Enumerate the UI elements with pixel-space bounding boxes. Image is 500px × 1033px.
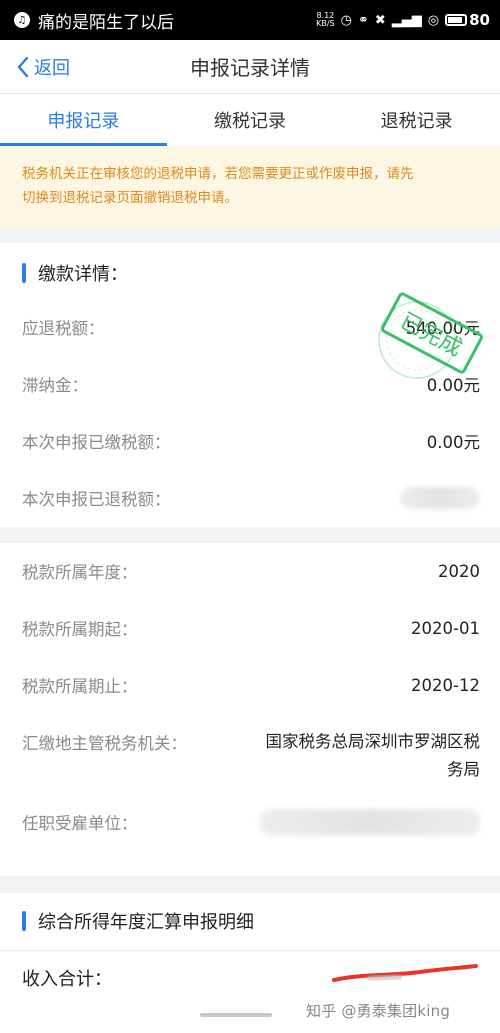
stamp-text: 已完成 bbox=[396, 309, 466, 362]
row-label: 汇缴地主管税务机关： bbox=[22, 734, 187, 753]
watermark: 知乎 @勇泰集团king bbox=[306, 1002, 451, 1020]
row-period-start: 税款所属期起： 2020-01 bbox=[22, 613, 480, 643]
network-speed: 8.12 KB/S bbox=[316, 12, 335, 28]
authority-line-2: 务局 bbox=[447, 760, 480, 779]
battery-icon bbox=[445, 14, 468, 26]
signal-icon: ▂▄▆ bbox=[391, 12, 422, 28]
page-title: 申报记录详情 bbox=[190, 56, 310, 80]
notice-line-2: 切换到退税记录页面撤销退税申请。 bbox=[22, 190, 238, 206]
row-period-end: 税款所属期止： 2020-12 bbox=[22, 670, 480, 700]
row-value: 0.00元 bbox=[426, 433, 480, 452]
divider bbox=[0, 950, 500, 951]
tab-bar: 申报记录 缴税记录 退税记录 bbox=[0, 94, 500, 146]
row-label: 应退税额： bbox=[22, 319, 105, 338]
headset-icon: ⚭ bbox=[357, 12, 369, 28]
row-label: 收入合计： bbox=[22, 969, 112, 990]
row-tax-year: 税款所属年度： 2020 bbox=[22, 556, 480, 586]
home-indicator[interactable] bbox=[200, 1013, 272, 1017]
tab-label: 退税记录 bbox=[380, 111, 453, 132]
row-employer: 任职受雇单位： bbox=[22, 807, 480, 837]
row-value: 2020-12 bbox=[411, 675, 480, 695]
row-label: 税款所属期止： bbox=[22, 677, 138, 696]
row-label: 滞纳金： bbox=[22, 376, 88, 395]
redacted-value bbox=[400, 487, 480, 509]
section-title: 缴款详情： bbox=[38, 264, 128, 285]
network-speed-unit: KB/S bbox=[316, 19, 335, 28]
battery-level: 80 bbox=[469, 11, 490, 29]
nav-bar: 返回 申报记录详情 bbox=[0, 40, 500, 94]
row-label: 任职受雇单位： bbox=[22, 814, 138, 833]
row-label: 税款所属年度： bbox=[22, 563, 138, 582]
notice-banner: 税务机关正在审核您的退税申请，若您需要更正或作废申报，请先 切换到退税记录页面撤… bbox=[0, 146, 500, 228]
back-button[interactable]: 返回 bbox=[16, 40, 70, 94]
tab-label: 缴税记录 bbox=[214, 111, 286, 132]
status-bar: ♫ 痛的是陌生了以后 8.12 KB/S ◷ ⚭ ✖ ▂▄▆ ◎ 80 bbox=[0, 0, 500, 40]
music-app-icon: ♫ bbox=[14, 12, 30, 28]
hd-icon: ◎ bbox=[427, 12, 440, 28]
red-redaction-mark bbox=[332, 964, 478, 982]
row-value: 2020 bbox=[438, 561, 480, 581]
tab-payment-records[interactable]: 缴税记录 bbox=[167, 94, 334, 146]
authority-line-1: 国家税务总局深圳市罗湖区税 bbox=[265, 732, 481, 751]
tab-declaration-records[interactable]: 申报记录 bbox=[0, 94, 167, 146]
completed-stamp: 已完成 bbox=[378, 292, 483, 379]
back-label: 返回 bbox=[34, 58, 70, 79]
redacted-value bbox=[260, 809, 480, 835]
status-icons: 8.12 KB/S ◷ ⚭ ✖ ▂▄▆ ◎ 80 bbox=[316, 11, 490, 29]
now-playing-text: 痛的是陌生了以后 bbox=[38, 12, 174, 33]
section-marker bbox=[22, 263, 26, 283]
tab-refund-records[interactable]: 退税记录 bbox=[333, 94, 500, 146]
notice-line-1: 税务机关正在审核您的退税申请，若您需要更正或作废申报，请先 bbox=[22, 166, 414, 182]
row-refunded-tax: 本次申报已退税额： bbox=[22, 483, 480, 513]
row-authority: 汇缴地主管税务机关： bbox=[22, 727, 187, 757]
row-value: 2020-01 bbox=[411, 618, 480, 638]
section-title: 综合所得年度汇算申报明细 bbox=[38, 912, 254, 933]
tab-label: 申报记录 bbox=[47, 111, 120, 132]
tax-info-card: 税款所属年度： 2020 税款所属期起： 2020-01 税款所属期止： 202… bbox=[0, 543, 500, 876]
chevron-left-icon bbox=[17, 56, 29, 78]
section-marker bbox=[22, 911, 26, 931]
row-label: 本次申报已退税额： bbox=[22, 490, 171, 509]
row-label: 税款所属期起： bbox=[22, 620, 138, 639]
alarm-icon: ◷ bbox=[340, 12, 352, 28]
row-label: 本次申报已缴税额： bbox=[22, 433, 171, 452]
vibrate-off-icon: ✖ bbox=[374, 12, 386, 28]
battery-indicator: 80 bbox=[445, 11, 490, 29]
section-header-annual: 综合所得年度汇算申报明细 bbox=[0, 893, 500, 949]
row-paid-tax: 本次申报已缴税额： 0.00元 bbox=[22, 426, 480, 456]
authority-value: 国家税务总局深圳市罗湖区税 务局 bbox=[240, 728, 481, 784]
